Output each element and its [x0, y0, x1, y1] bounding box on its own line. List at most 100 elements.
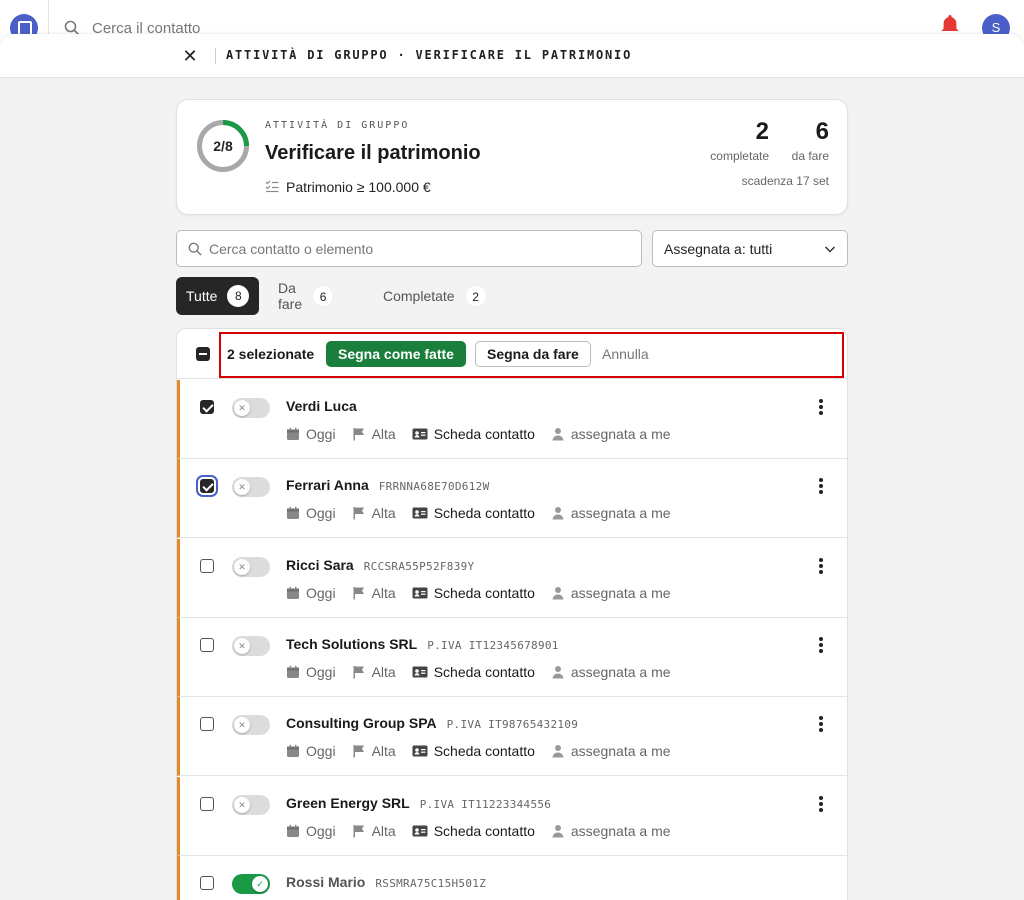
done-toggle[interactable]: ✕ — [232, 398, 270, 418]
user-icon — [552, 507, 564, 520]
contact-card-label: Scheda contatto — [433, 505, 535, 522]
assignee-chip: assegnata a me — [551, 664, 671, 680]
done-toggle[interactable]: ✕ — [232, 635, 270, 656]
priority-chip: Alta — [352, 664, 396, 680]
table-row[interactable]: ✕ Tech Solutions SRL P.IVA IT12345678901 Og… — [177, 617, 847, 697]
more-options-icon[interactable] — [817, 557, 825, 578]
priority-chip: Alta — [352, 426, 396, 442]
tab-all[interactable]: Tutte 8 — [176, 277, 260, 315]
row-checkbox[interactable] — [200, 875, 214, 890]
done-toggle[interactable]: ✕ — [232, 477, 270, 498]
row-meta: Oggi Alta Scheda contatto assegnata a me — [286, 585, 687, 601]
calendar-icon — [287, 665, 299, 678]
contact-card-icon — [412, 666, 428, 678]
contact-card-link[interactable]: Scheda contatto — [412, 426, 535, 442]
priority-chip: Alta — [352, 823, 396, 839]
table-row[interactable]: ✕ Ferrari Anna FRRNNA68E70D612W Oggi Alta Sch… — [177, 459, 847, 539]
priority-label: Alta — [371, 743, 396, 760]
tab-todo[interactable]: Da fare 6 — [268, 277, 344, 315]
done-toggle[interactable]: ✓ — [232, 873, 270, 894]
priority-label: Alta — [371, 584, 396, 601]
close-icon[interactable]: ✕ — [180, 46, 200, 66]
assignee-chip: assegnata a me — [551, 426, 671, 442]
completed-label: completate — [710, 149, 769, 163]
more-options-icon[interactable] — [817, 399, 825, 419]
select-all-checkbox[interactable] — [196, 347, 210, 361]
more-options-icon[interactable] — [817, 636, 825, 657]
stat-completed: 2 completate — [710, 118, 769, 163]
more-options-icon[interactable] — [817, 716, 825, 736]
contact-card-link[interactable]: Scheda contatto — [412, 585, 535, 601]
row-name[interactable]: Rossi Mario RSSMRA75C15H501Z — [286, 874, 486, 890]
done-toggle[interactable]: ✕ — [232, 715, 270, 736]
selected-count: 2 selezionate — [227, 346, 315, 362]
more-options-icon[interactable] — [817, 795, 825, 816]
contact-card-link[interactable]: Scheda contatto — [412, 664, 535, 680]
tab-count: 2 — [464, 285, 487, 307]
contact-card-icon — [412, 587, 428, 599]
priority-label: Alta — [371, 505, 396, 522]
row-name[interactable]: Ferrari Anna FRRNNA68E70D612W — [286, 477, 490, 493]
row-name[interactable]: Green Energy SRL P.IVA IT11223344556 — [286, 795, 551, 811]
flag-icon — [353, 665, 364, 679]
row-checkbox[interactable] — [200, 796, 214, 811]
table-row[interactable]: ✕ Ricci Sara RCCSRA55P52F839Y Oggi Alta Sched… — [177, 538, 847, 618]
contact-card-label: Scheda contatto — [433, 426, 535, 442]
contact-card-label: Scheda contatto — [433, 822, 535, 839]
table-row[interactable]: ✕ Consulting Group SPA P.IVA IT98765432109… — [177, 697, 847, 777]
contact-card-label: Scheda contatto — [433, 743, 535, 760]
assignee-label: assegnata a me — [570, 584, 671, 601]
row-checkbox[interactable] — [200, 558, 214, 573]
flag-icon — [353, 507, 364, 520]
row-name[interactable]: Verdi Luca — [286, 398, 357, 414]
summary-criterion: Patrimonio ≥ 100.000 € — [286, 179, 431, 195]
tab-label: Tutte — [186, 288, 218, 304]
contact-card-link[interactable]: Scheda contatto — [412, 743, 535, 759]
contact-card-label: Scheda contatto — [433, 663, 535, 680]
contact-card-link[interactable]: Scheda contatto — [412, 823, 535, 839]
header-separator — [215, 48, 216, 64]
assignee-label: assegnata a me — [570, 426, 671, 442]
mark-done-button[interactable]: Segna come fatte — [326, 341, 466, 367]
row-name[interactable]: Tech Solutions SRL P.IVA IT12345678901 — [286, 636, 559, 652]
task-list: 2 selezionate Segna come fatte Segna da … — [176, 328, 848, 900]
contact-card-icon — [412, 825, 428, 836]
assignee-select[interactable]: Assegnata a: tutti — [652, 230, 848, 267]
done-toggle[interactable]: ✕ — [232, 556, 270, 577]
table-row[interactable]: ✕ Verdi Luca Oggi Alta Scheda contatto assegn… — [177, 380, 847, 459]
sheet-title: ATTIVITÀ DI GRUPPO · VERIFICARE IL PATRI… — [226, 48, 633, 62]
contact-card-icon — [412, 745, 428, 757]
contact-code: P.IVA IT12345678901 — [427, 638, 559, 652]
table-row[interactable]: ✓ Rossi Mario RSSMRA75C15H501Z — [177, 855, 847, 900]
priority-label: Alta — [371, 822, 396, 839]
mark-todo-button[interactable]: Segna da fare — [475, 341, 591, 367]
row-checkbox[interactable] — [200, 637, 214, 652]
assignee-chip: assegnata a me — [551, 743, 671, 759]
tab-label: Completate — [383, 288, 455, 304]
sheet-header: ✕ ATTIVITÀ DI GRUPPO · VERIFICARE IL PAT… — [0, 34, 1024, 78]
due-chip: Oggi — [286, 426, 336, 442]
assignee-chip: assegnata a me — [551, 505, 671, 521]
contact-card-link[interactable]: Scheda contatto — [412, 505, 535, 521]
search-input[interactable] — [209, 231, 629, 266]
priority-label: Alta — [371, 663, 396, 680]
row-checkbox[interactable] — [196, 475, 218, 498]
close-icon: ✕ — [234, 637, 250, 654]
task-sheet: ✕ ATTIVITÀ DI GRUPPO · VERIFICARE IL PAT… — [0, 34, 1024, 900]
row-checkbox[interactable] — [200, 400, 214, 414]
row-checkbox[interactable] — [200, 717, 214, 732]
calendar-icon — [287, 744, 299, 758]
tab-completed[interactable]: Completate 2 — [373, 277, 497, 315]
close-icon: ✕ — [234, 400, 250, 416]
user-icon — [552, 745, 564, 758]
due-chip: Oggi — [286, 664, 336, 680]
more-options-icon[interactable] — [817, 478, 825, 498]
row-name[interactable]: Ricci Sara RCCSRA55P52F839Y — [286, 557, 474, 573]
cancel-selection-button[interactable]: Annulla — [602, 346, 649, 362]
table-row[interactable]: ✕ Green Energy SRL P.IVA IT11223344556 Oggi… — [177, 776, 847, 856]
row-name[interactable]: Consulting Group SPA P.IVA IT98765432109 — [286, 715, 578, 731]
search-field[interactable] — [176, 230, 642, 267]
close-icon: ✕ — [234, 479, 250, 496]
done-toggle[interactable]: ✕ — [232, 794, 270, 815]
due-label: Oggi — [306, 584, 336, 601]
